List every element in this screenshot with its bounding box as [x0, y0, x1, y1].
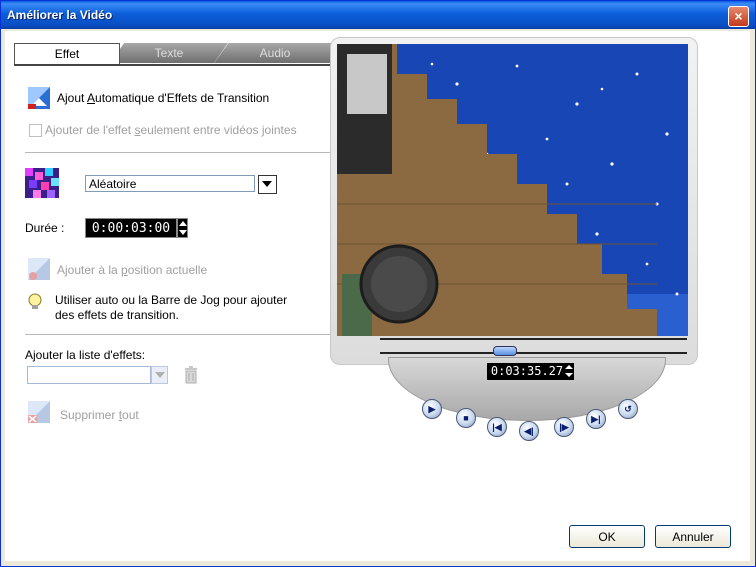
auto-transition-button[interactable]: Ajout Automatique d'Effets de Transition — [57, 91, 269, 105]
separator-2 — [25, 334, 331, 335]
stop-button[interactable]: ■ — [456, 408, 476, 428]
join-only-label-pre: Ajouter de l'effet — [45, 123, 135, 137]
join-only-checkbox[interactable] — [29, 124, 42, 137]
add-position-accel: p — [121, 263, 128, 277]
hint-line-2: des effets de transition. — [55, 308, 179, 322]
auto-transition-label-pre: Ajout — [57, 91, 88, 105]
player-timecode[interactable]: 0:03:35.27 — [487, 363, 567, 380]
lightbulb-icon — [27, 293, 43, 309]
cancel-button[interactable]: Annuler — [655, 525, 731, 548]
go-start-icon: |◀ — [492, 422, 502, 432]
random-effect-icon — [25, 168, 59, 198]
add-transition-icon[interactable] — [27, 257, 51, 281]
effect-select-dropdown-button[interactable] — [258, 175, 277, 194]
transition-effect-icon[interactable] — [27, 86, 51, 110]
add-at-position-button[interactable]: Ajouter à la position actuelle — [57, 263, 207, 277]
stop-icon: ■ — [463, 413, 469, 423]
tab-audio[interactable]: Audio — [214, 43, 336, 63]
tab-strip: Audio Texte Effet — [14, 43, 336, 65]
spin-up-icon[interactable] — [179, 221, 187, 226]
separator-1 — [25, 152, 331, 153]
play-icon: ▶ — [428, 404, 436, 414]
go-start-button[interactable]: |◀ — [487, 417, 507, 437]
prev-frame-button[interactable]: ◀| — [519, 421, 539, 441]
spin-up-icon[interactable] — [565, 365, 573, 369]
join-only-label-post: eulement entre vidéos jointes — [140, 123, 297, 137]
tab-effet[interactable]: Effet — [14, 43, 120, 64]
effects-list-dropdown-button[interactable] — [151, 366, 168, 384]
spin-down-icon[interactable] — [179, 230, 187, 235]
close-button[interactable]: × — [728, 6, 749, 27]
tab-divider — [14, 64, 336, 66]
hint-line-1: Utiliser auto ou la Barre de Jog pour aj… — [55, 293, 288, 307]
auto-transition-label-post: utomatique d'Effets de Transition — [95, 91, 270, 105]
next-frame-button[interactable]: |▶ — [554, 417, 574, 437]
delete-all-label-pre: Supprimer — [60, 408, 119, 422]
video-preview — [337, 44, 688, 336]
go-end-icon: ▶| — [591, 414, 601, 424]
duration-spinner[interactable] — [177, 218, 188, 238]
next-frame-icon: |▶ — [559, 422, 569, 432]
chevron-down-icon — [262, 181, 272, 187]
delete-all-icon[interactable] — [27, 400, 51, 424]
title-bar[interactable]: Améliorer la Vidéo × — [1, 1, 755, 29]
trash-icon[interactable] — [183, 366, 199, 384]
effect-select[interactable]: Aléatoire — [85, 175, 255, 192]
delete-all-button[interactable]: Supprimer tout — [60, 408, 139, 422]
play-button[interactable]: ▶ — [422, 399, 442, 419]
effects-list-select[interactable] — [27, 366, 151, 384]
duration-label: Durée : — [25, 221, 65, 235]
window-title: Améliorer la Vidéo — [7, 8, 113, 22]
join-only-label: Ajouter de l'effet seulement entre vidéo… — [45, 123, 297, 137]
effects-list-label: Ajouter la liste d'effets: — [25, 348, 146, 362]
auto-transition-accel: A — [87, 91, 96, 105]
dialog-window: Améliorer la Vidéo × Audio Texte Effet A… — [0, 0, 756, 567]
tab-texte[interactable]: Texte — [110, 43, 228, 63]
go-end-button[interactable]: ▶| — [586, 409, 606, 429]
add-position-label-pre: Ajouter à la — [57, 263, 122, 277]
spin-down-icon[interactable] — [565, 373, 573, 377]
player-timecode-spinner[interactable] — [564, 363, 574, 380]
ok-button[interactable]: OK — [569, 525, 645, 548]
add-position-label-post: osition actuelle — [127, 263, 208, 277]
jog-bar-thumb[interactable] — [493, 346, 517, 356]
duration-input[interactable]: 0:00:03:00 — [85, 218, 177, 238]
repeat-icon: ↺ — [624, 404, 632, 414]
jog-bar[interactable] — [380, 338, 687, 354]
delete-all-label-post: out — [122, 408, 139, 422]
prev-frame-icon: ◀| — [524, 426, 534, 436]
repeat-button[interactable]: ↺ — [618, 399, 638, 419]
chevron-down-icon — [155, 372, 165, 378]
